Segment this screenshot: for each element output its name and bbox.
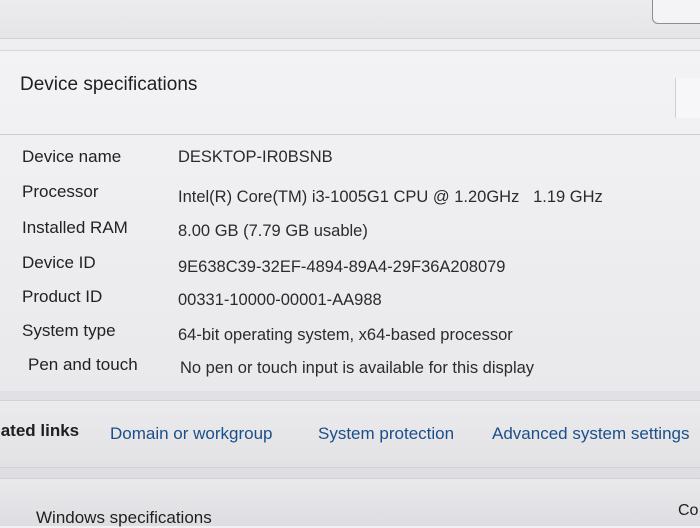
- pen-and-touch-label: Pen and touch: [28, 355, 138, 374]
- product-id-value: 00331-10000-00001-AA988: [178, 291, 382, 309]
- top-strip: [0, 0, 700, 39]
- device-name-label: Device name: [22, 147, 122, 166]
- installed-ram-label: Installed RAM: [22, 218, 128, 237]
- device-id-value: 9E638C39-32EF-4894-89A4-29F36A208079: [178, 258, 506, 276]
- system-protection-link[interactable]: System protection: [318, 424, 454, 444]
- copy-button-label[interactable]: Co: [678, 502, 698, 520]
- device-name-value: DESKTOP-IR0BSNB: [178, 148, 333, 166]
- pen-and-touch-value: No pen or touch input is available for t…: [180, 359, 535, 377]
- rename-button[interactable]: [652, 0, 700, 24]
- processor-value: Intel(R) Core(TM) i3-1005G1 CPU @ 1.20GH…: [178, 188, 603, 206]
- divider: [0, 134, 700, 135]
- domain-or-workgroup-link[interactable]: Domain or workgroup: [110, 424, 273, 444]
- installed-ram-value: 8.00 GB (7.79 GB usable): [178, 222, 368, 240]
- copy-button[interactable]: [675, 78, 700, 118]
- device-specifications-title: Device specifications: [20, 74, 198, 95]
- system-type-label: System type: [22, 321, 116, 340]
- related-links-title: lated links: [0, 421, 80, 440]
- device-id-label: Device ID: [22, 253, 96, 272]
- processor-label: Processor: [22, 182, 99, 201]
- product-id-label: Product ID: [22, 287, 103, 306]
- windows-specifications-title: Windows specifications: [36, 508, 212, 527]
- advanced-system-settings-link[interactable]: Advanced system settings: [492, 424, 689, 444]
- system-type-value: 64-bit operating system, x64-based proce…: [178, 326, 513, 344]
